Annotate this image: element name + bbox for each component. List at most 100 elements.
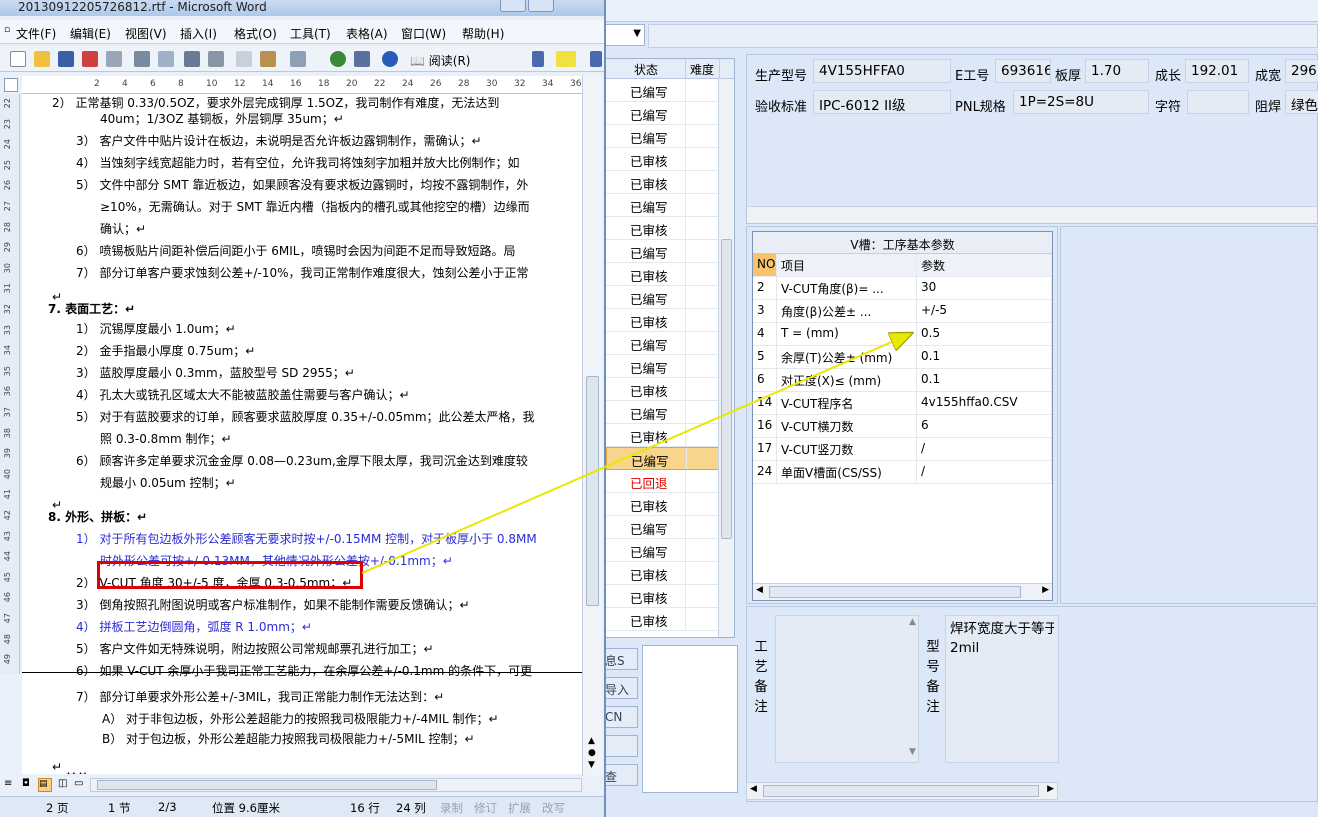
col-status[interactable]: 状态 xyxy=(630,59,686,78)
info-scrollbar[interactable] xyxy=(747,206,1317,223)
status-row[interactable]: 已审核 xyxy=(606,424,734,447)
chevron-right-icon[interactable]: ▶ xyxy=(1042,585,1049,595)
vertical-ruler[interactable]: 22 23 24 25 26 27 28 29 30 31 32 33 34 35 36 37 38 39 40 41… xyxy=(0,94,20,674)
permission-icon[interactable] xyxy=(82,51,98,67)
vcut-row[interactable]: 16 V-CUT横刀数 6 xyxy=(753,415,1052,438)
menu-tools[interactable]: 工具(T) xyxy=(290,25,331,42)
scroll-up-icon[interactable]: ▲ xyxy=(909,617,916,627)
eid-field[interactable]: 693616 xyxy=(995,59,1051,83)
bottom-scrollbar[interactable]: ◀ ▶ xyxy=(746,782,1058,800)
status-row[interactable]: 已编写 xyxy=(606,286,734,309)
status-row[interactable]: 已审核 xyxy=(606,608,734,631)
menu-table[interactable]: 表格(A) xyxy=(346,25,388,42)
menu-edit[interactable]: 编辑(E) xyxy=(70,25,111,42)
notes-box[interactable] xyxy=(642,645,738,793)
col-item[interactable]: 项目 xyxy=(777,254,917,276)
vcut-row[interactable]: 5 余厚(T)公差± (mm) 0.1 xyxy=(753,346,1052,369)
print-layout-icon[interactable]: ▤ xyxy=(38,778,52,792)
menu-view[interactable]: 视图(V) xyxy=(125,25,167,42)
status-row[interactable]: 已编写 xyxy=(606,516,734,539)
toolbar-options-icon[interactable] xyxy=(532,51,544,67)
standard-field[interactable]: IPC-6012 II级 xyxy=(813,90,951,114)
col-param[interactable]: 参数 xyxy=(917,254,1052,276)
web-view-icon[interactable]: ◘ xyxy=(22,778,30,789)
status-row[interactable]: 已审核 xyxy=(606,148,734,171)
status-row[interactable]: 已编写 xyxy=(606,125,734,148)
next-page-icon[interactable]: ▼ xyxy=(588,760,595,770)
status-row[interactable]: 已回退 xyxy=(606,470,734,493)
menu-help[interactable]: 帮助(H) xyxy=(462,25,504,42)
print-icon[interactable] xyxy=(134,51,150,67)
outline-view-icon[interactable]: ◫ xyxy=(58,778,67,789)
doc-horizontal-scrollbar[interactable] xyxy=(90,778,582,792)
status-row[interactable]: 已审核 xyxy=(606,585,734,608)
prev-page-icon[interactable]: ▲ xyxy=(588,736,595,746)
menu-window[interactable]: 窗口(W) xyxy=(401,25,446,42)
status-list-scrollbar[interactable] xyxy=(718,79,734,637)
vcut-row[interactable]: 3 角度(β)公差± ... +/-5 xyxy=(753,300,1052,323)
browse-object-icon[interactable]: ● xyxy=(588,748,596,758)
spelling-icon[interactable] xyxy=(184,51,200,67)
menu-format[interactable]: 格式(O) xyxy=(234,25,277,42)
vcut-row[interactable]: 6 对正度(X)≤ (mm) 0.1 xyxy=(753,369,1052,392)
status-row[interactable]: 已审核 xyxy=(606,309,734,332)
highlight-icon[interactable] xyxy=(556,51,576,67)
undo-icon[interactable] xyxy=(290,51,306,67)
vcut-scrollbar[interactable]: ◀ ▶ xyxy=(753,583,1052,600)
process-remark-box[interactable] xyxy=(775,615,919,763)
tab-selector-icon[interactable] xyxy=(4,78,18,92)
status-row[interactable]: 已审核 xyxy=(606,493,734,516)
doc-icon[interactable]: ▫ xyxy=(4,25,10,35)
scroll-down-icon[interactable]: ▼ xyxy=(909,747,916,757)
status-row[interactable]: 已审核 xyxy=(606,263,734,286)
help-icon[interactable] xyxy=(382,51,398,67)
status-row[interactable]: 已编写 xyxy=(606,447,734,470)
maximize-button[interactable] xyxy=(528,0,554,12)
read-mode-button[interactable]: 📖 阅读(R) xyxy=(410,52,470,69)
minimize-button[interactable] xyxy=(500,0,526,12)
status-row[interactable]: 已审核 xyxy=(606,378,734,401)
model-field[interactable]: 4V155HFFA0 xyxy=(813,59,951,83)
chevron-left-icon[interactable]: ◀ xyxy=(750,784,757,794)
email-icon[interactable] xyxy=(106,51,122,67)
pnl-field[interactable]: 1P=2S=8U xyxy=(1013,90,1149,114)
menu-file[interactable]: 文件(F) xyxy=(16,25,56,42)
length-field[interactable]: 192.01 xyxy=(1185,59,1249,83)
research-icon[interactable] xyxy=(208,51,224,67)
status-row[interactable]: 已审核 xyxy=(606,171,734,194)
status-row[interactable]: 已编写 xyxy=(606,355,734,378)
status-row[interactable]: 已审核 xyxy=(606,217,734,240)
menu-insert[interactable]: 插入(I) xyxy=(180,25,217,42)
status-track[interactable]: 修订 xyxy=(474,800,497,816)
col-difficulty[interactable]: 难度 xyxy=(686,59,720,78)
status-row[interactable]: 已编写 xyxy=(606,401,734,424)
status-row[interactable]: 已编写 xyxy=(606,539,734,562)
print-preview-icon[interactable] xyxy=(158,51,174,67)
char-field[interactable] xyxy=(1187,90,1249,114)
status-row[interactable]: 已编写 xyxy=(606,102,734,125)
chevron-right-icon[interactable]: ▶ xyxy=(1047,784,1054,794)
reading-view-icon[interactable]: ▭ xyxy=(74,778,83,789)
status-row[interactable]: 已编写 xyxy=(606,332,734,355)
status-extend[interactable]: 扩展 xyxy=(508,800,531,816)
vcut-row[interactable]: 2 V-CUT角度(β)= ... 30 xyxy=(753,277,1052,300)
vcut-row[interactable]: 24 单面V槽面(CS/SS) / xyxy=(753,461,1052,484)
col-no[interactable]: NO xyxy=(753,254,777,276)
new-icon[interactable] xyxy=(10,51,26,67)
vcut-row[interactable]: 14 V-CUT程序名 4v155hffa0.CSV xyxy=(753,392,1052,415)
status-row[interactable]: 已编写 xyxy=(606,79,734,102)
save-icon[interactable] xyxy=(58,51,74,67)
vcut-row[interactable]: 17 V-CUT竖刀数 / xyxy=(753,438,1052,461)
open-icon[interactable] xyxy=(34,51,50,67)
horizontal-ruler[interactable]: 2 4 6 8 10 12 14 16 18 20 22 24 26 28 30 32 34 36 xyxy=(22,76,582,94)
status-row[interactable]: 已编写 xyxy=(606,194,734,217)
status-record[interactable]: 录制 xyxy=(440,800,463,816)
erp-dropdown[interactable]: ▼ xyxy=(605,24,645,46)
doc-vertical-scrollbar[interactable]: ▲ ● ▼ xyxy=(582,76,602,776)
normal-view-icon[interactable]: ≡ xyxy=(4,778,12,789)
status-row[interactable]: 已审核 xyxy=(606,562,734,585)
mask-field[interactable]: 绿色 xyxy=(1285,90,1318,114)
vcut-row[interactable]: 4T = (mm) 0.5 xyxy=(753,323,1052,346)
copy-icon[interactable] xyxy=(236,51,252,67)
thickness-field[interactable]: 1.70 xyxy=(1085,59,1149,83)
